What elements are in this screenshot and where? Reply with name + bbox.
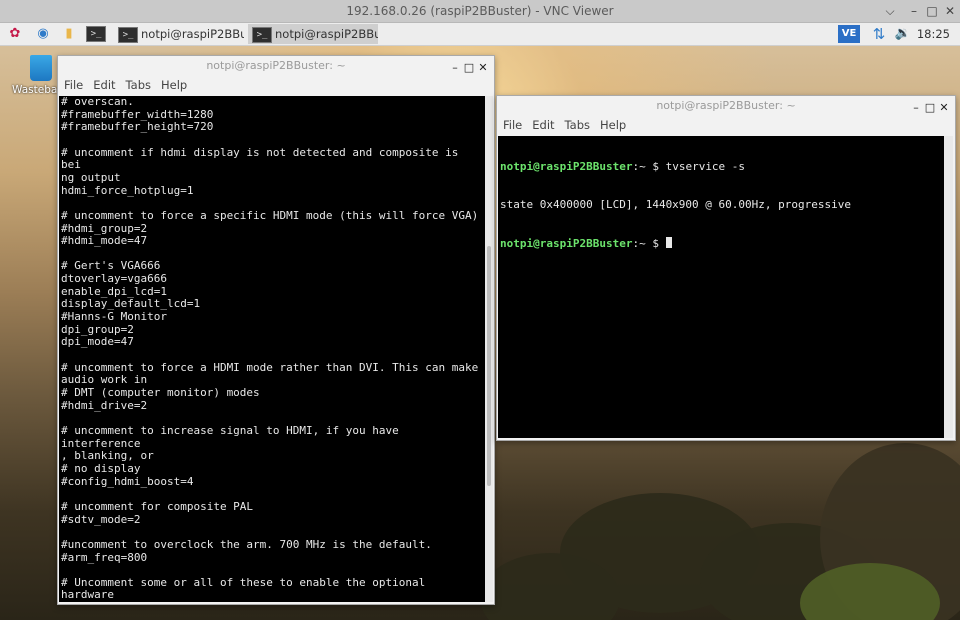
scroll-thumb[interactable] bbox=[487, 246, 491, 486]
command-text: tvservice -s bbox=[665, 160, 746, 174]
menu-edit[interactable]: Edit bbox=[532, 118, 554, 132]
desktop: ✿ ◉ ▮ >_ >_notpi@raspiP2BBuster... >_not… bbox=[0, 23, 960, 620]
terminal-output[interactable]: notpi@raspiP2BBuster:~ $ tvservice -s st… bbox=[498, 136, 944, 438]
terminal-line: # uncomment to increase signal to HDMI, … bbox=[61, 423, 406, 450]
terminal-window-right[interactable]: notpi@raspiP2BBuster: ~ – □ ✕ File Edit Tabs… bbox=[496, 95, 956, 441]
terminal-line: # DMT (computer monitor) modes bbox=[61, 386, 260, 400]
window-controls: – □ ✕ bbox=[909, 96, 951, 116]
task-label: notpi@raspiP2BBuster... bbox=[141, 27, 244, 41]
prompt: notpi@raspiP2BBuster bbox=[500, 237, 633, 251]
terminal-line: #sdtv_mode=2 bbox=[61, 512, 141, 526]
command-output: state 0x400000 [LCD], 1440x900 @ 60.00Hz… bbox=[500, 198, 851, 212]
vnc-collapse-button[interactable]: ⌵ bbox=[880, 0, 900, 22]
window-controls: – □ ✕ bbox=[448, 56, 490, 76]
menu-tabs[interactable]: Tabs bbox=[565, 118, 590, 132]
taskbar-task-terminal-1[interactable]: >_notpi@raspiP2BBuster... bbox=[114, 24, 244, 44]
scrollbar[interactable] bbox=[944, 136, 953, 438]
network-icon[interactable]: ⇅ bbox=[870, 25, 888, 43]
menu-file[interactable]: File bbox=[503, 118, 522, 132]
terminal-icon[interactable]: >_ bbox=[86, 25, 106, 43]
terminal-line: dpi_mode=47 bbox=[61, 335, 134, 349]
vnc-maximize-button[interactable]: □ bbox=[922, 0, 942, 22]
terminal-line: #Hanns-G Monitor bbox=[61, 310, 167, 324]
terminal-line: #framebuffer_height=720 bbox=[61, 120, 214, 134]
terminal-line: hdmi_force_hotplug=1 bbox=[61, 183, 194, 197]
task-label: notpi@raspiP2BBuster... bbox=[275, 27, 378, 41]
globe-icon[interactable]: ◉ bbox=[34, 25, 52, 43]
terminal-line: #hdmi_drive=2 bbox=[61, 398, 148, 412]
terminal-window-left[interactable]: notpi@raspiP2BBuster: ~ – □ ✕ File Edit Tabs… bbox=[57, 55, 495, 605]
terminal-line: #hdmi_mode=47 bbox=[61, 234, 148, 248]
terminal-line: #config_hdmi_boost=4 bbox=[61, 474, 194, 488]
current-prompt-line: notpi@raspiP2BBuster:~ $ bbox=[500, 237, 942, 251]
maximize-button[interactable]: □ bbox=[923, 98, 937, 118]
command-line: notpi@raspiP2BBuster:~ $ tvservice -s bbox=[500, 160, 942, 174]
minimize-button[interactable]: – bbox=[909, 98, 923, 118]
terminal-line: # uncomment if hdmi display is not detec… bbox=[61, 145, 465, 172]
prompt: notpi@raspiP2BBuster bbox=[500, 160, 633, 174]
menu-help[interactable]: Help bbox=[600, 118, 626, 132]
terminal-line: # overscan. bbox=[61, 96, 134, 108]
taskbar-task-terminal-2[interactable]: >_notpi@raspiP2BBuster... bbox=[248, 24, 378, 44]
wastebasket-icon bbox=[30, 55, 52, 81]
terminal-line: #uncomment to overclock the arm. 700 MHz… bbox=[61, 537, 432, 551]
terminal-line: # Uncomment some or all of these to enab… bbox=[61, 575, 432, 602]
prompt-suffix: :~ $ bbox=[632, 237, 666, 251]
terminal-line: dtoverlay=vga666 bbox=[61, 272, 167, 286]
menu-tabs[interactable]: Tabs bbox=[126, 78, 151, 92]
terminal-icon: >_ bbox=[118, 26, 138, 43]
scrollbar[interactable] bbox=[485, 96, 493, 602]
close-button[interactable]: ✕ bbox=[476, 58, 490, 78]
text-cursor bbox=[665, 237, 672, 249]
vnc-title-bar: 192.168.0.26 (raspiP2BBuster) - VNC View… bbox=[0, 0, 960, 23]
volume-icon[interactable]: 🔉 bbox=[894, 25, 912, 43]
terminal-line: #arm_freq=800 bbox=[61, 550, 148, 564]
raspberry-icon[interactable]: ✿ bbox=[6, 25, 24, 43]
terminal-output[interactable]: # overscan. #framebuffer_width=1280 #frame… bbox=[59, 96, 485, 602]
menu-file[interactable]: File bbox=[64, 78, 83, 92]
window-title: notpi@raspiP2BBuster: ~ bbox=[656, 99, 796, 112]
menubar: File Edit Tabs Help bbox=[497, 116, 955, 134]
terminal-line: # uncomment for composite PAL bbox=[61, 499, 254, 513]
terminal-line: # no display bbox=[61, 461, 141, 475]
vnc-title: 192.168.0.26 (raspiP2BBuster) - VNC View… bbox=[346, 4, 614, 18]
minimize-button[interactable]: – bbox=[448, 58, 462, 78]
close-button[interactable]: ✕ bbox=[937, 98, 951, 118]
terminal-line: # uncomment to force a specific HDMI mod… bbox=[61, 208, 479, 222]
clock: 18:25 bbox=[916, 27, 950, 41]
folder-icon[interactable]: ▮ bbox=[60, 25, 78, 43]
maximize-button[interactable]: □ bbox=[462, 58, 476, 78]
vnc-close-button[interactable]: ✕ bbox=[940, 0, 960, 22]
taskbar: ✿ ◉ ▮ >_ >_notpi@raspiP2BBuster... >_not… bbox=[0, 23, 960, 46]
menu-edit[interactable]: Edit bbox=[93, 78, 115, 92]
terminal-line: ng output bbox=[61, 170, 121, 184]
window-title: notpi@raspiP2BBuster: ~ bbox=[206, 59, 346, 72]
vnc-minimize-button[interactable]: – bbox=[904, 0, 924, 22]
vnc-server-icon[interactable]: VE bbox=[838, 25, 860, 43]
menubar: File Edit Tabs Help bbox=[58, 76, 494, 94]
terminal-icon: >_ bbox=[252, 26, 272, 43]
menu-help[interactable]: Help bbox=[161, 78, 187, 92]
prompt-suffix: :~ $ bbox=[632, 160, 666, 174]
